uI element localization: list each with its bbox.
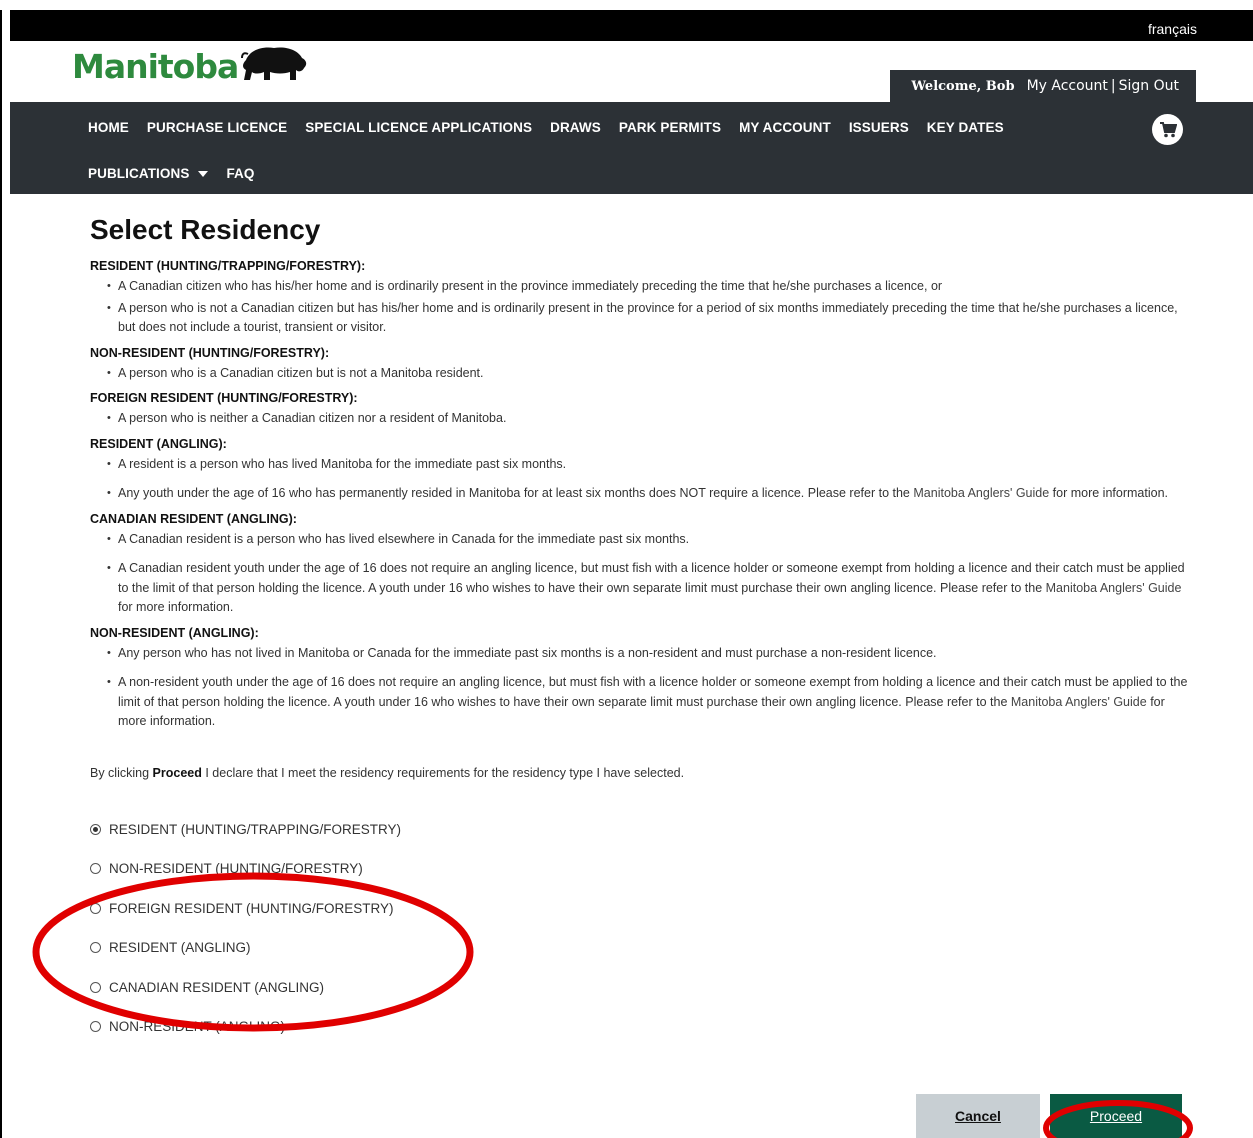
radio-label: RESIDENT (HUNTING/TRAPPING/FORESTRY): [109, 821, 402, 837]
radio-resident-htf[interactable]: RESIDENT (HUNTING/TRAPPING/FORESTRY): [90, 810, 1190, 850]
def-heading-nonresident-angling: NON-RESIDENT (ANGLING):: [90, 625, 259, 640]
def-item: A person who is neither a Canadian citiz…: [107, 409, 1190, 429]
residency-definitions: RESIDENT (HUNTING/TRAPPING/FORESTRY): A …: [90, 258, 1190, 732]
def-item: A resident is a person who has lived Man…: [107, 455, 1190, 475]
anglers-guide-link[interactable]: Manitoba Anglers' Guide: [1011, 695, 1147, 709]
def-list-resident-htf: A Canadian citizen who has his/her home …: [90, 277, 1190, 338]
anglers-guide-link[interactable]: Manitoba Anglers' Guide: [913, 486, 1049, 500]
radio-resident-angling[interactable]: RESIDENT (ANGLING): [90, 928, 1190, 968]
nav-draws[interactable]: DRAWS: [550, 120, 601, 135]
declaration-text: By clicking Proceed I declare that I mee…: [90, 765, 685, 780]
account-separator: |: [1110, 78, 1116, 94]
radio-button[interactable]: [90, 863, 101, 875]
def-item: Any person who has not lived in Manitoba…: [107, 644, 1190, 664]
radio-foreign-hf[interactable]: FOREIGN RESIDENT (HUNTING/FORESTRY): [90, 889, 1190, 929]
manitoba-logo[interactable]: Manitoba: [72, 46, 310, 86]
def-list-canadian-angling: A Canadian resident is a person who has …: [90, 530, 1190, 618]
residency-radio-group: RESIDENT (HUNTING/TRAPPING/FORESTRY) NON…: [90, 810, 1190, 1047]
logo-text: Manitoba: [72, 47, 239, 86]
radio-button[interactable]: [90, 981, 101, 993]
nav-issuers[interactable]: ISSUERS: [849, 120, 909, 135]
top-bar: français: [10, 10, 1253, 41]
main-content: Select Residency RESIDENT (HUNTING/TRAPP…: [90, 194, 1190, 1047]
nav-my-account[interactable]: MY ACCOUNT: [739, 120, 831, 135]
def-item: A Canadian resident youth under the age …: [107, 559, 1190, 618]
def-heading-foreign-hf: FOREIGN RESIDENT (HUNTING/FORESTRY):: [90, 391, 358, 405]
radio-label: NON-RESIDENT (ANGLING): [109, 1019, 286, 1035]
page-title: Select Residency: [90, 214, 321, 245]
shopping-cart-button[interactable]: [1152, 114, 1183, 145]
radio-nonresident-hf[interactable]: NON-RESIDENT (HUNTING/FORESTRY): [90, 849, 1190, 889]
nav-special-licence-applications[interactable]: SPECIAL LICENCE APPLICATIONS: [305, 120, 532, 135]
browser-frame: français Manitoba Welcome, Bob My Accoun…: [0, 10, 1253, 1138]
def-heading-nonresident-hf: NON-RESIDENT (HUNTING/FORESTRY):: [90, 345, 330, 360]
radio-label: FOREIGN RESIDENT (HUNTING/FORESTRY): [109, 900, 394, 916]
def-heading-resident-htf: RESIDENT (HUNTING/TRAPPING/FORESTRY):: [90, 259, 366, 273]
nav-faq[interactable]: FAQ: [226, 166, 254, 181]
language-link[interactable]: français: [1148, 21, 1197, 37]
radio-button[interactable]: [90, 942, 101, 954]
def-heading-canadian-angling: CANADIAN RESIDENT (ANGLING):: [90, 511, 297, 526]
caret-down-icon: [198, 170, 209, 177]
def-item: A person who is a Canadian citizen but i…: [107, 364, 1190, 384]
radio-button[interactable]: [90, 823, 101, 835]
nav-home[interactable]: HOME: [88, 120, 129, 135]
radio-button[interactable]: [90, 902, 101, 914]
welcome-text: Welcome, Bob: [911, 78, 1015, 94]
def-heading-resident-angling: RESIDENT (ANGLING):: [90, 436, 227, 451]
user-account-box: Welcome, Bob My Account | Sign Out: [890, 70, 1196, 102]
def-item: A person who is not a Canadian citizen b…: [107, 299, 1190, 338]
def-list-foreign-hf: A person who is neither a Canadian citiz…: [90, 409, 1190, 429]
nav-park-permits[interactable]: PARK PERMITS: [619, 120, 721, 135]
def-list-nonresident-angling: Any person who has not lived in Manitoba…: [90, 644, 1190, 732]
sign-out-link[interactable]: Sign Out: [1119, 78, 1179, 94]
def-item: A Canadian resident is a person who has …: [107, 530, 1190, 550]
radio-label: CANADIAN RESIDENT (ANGLING): [109, 979, 325, 995]
radio-nonresident-angling[interactable]: NON-RESIDENT (ANGLING): [90, 1007, 1190, 1047]
nav-purchase-licence[interactable]: PURCHASE LICENCE: [147, 120, 287, 135]
radio-canadian-angling[interactable]: CANADIAN RESIDENT (ANGLING): [90, 968, 1190, 1008]
shopping-cart-icon: [1159, 121, 1177, 137]
nav-publications-label: PUBLICATIONS: [88, 166, 190, 181]
nav-publications[interactable]: PUBLICATIONS: [88, 166, 209, 181]
my-account-link[interactable]: My Account: [1027, 78, 1108, 94]
def-item: Any youth under the age of 16 who has pe…: [107, 484, 1190, 504]
anglers-guide-link[interactable]: Manitoba Anglers' Guide: [1046, 581, 1182, 595]
nav-key-dates[interactable]: KEY DATES: [927, 120, 1004, 135]
def-item: A Canadian citizen who has his/her home …: [107, 277, 1190, 297]
radio-label: NON-RESIDENT (HUNTING/FORESTRY): [109, 861, 363, 877]
bison-icon: [241, 46, 307, 80]
def-list-nonresident-hf: A person who is a Canadian citizen but i…: [90, 364, 1190, 384]
main-navigation: HOME PURCHASE LICENCE SPECIAL LICENCE AP…: [10, 102, 1253, 194]
def-item: A non-resident youth under the age of 16…: [107, 673, 1190, 732]
nav-row-primary: HOME PURCHASE LICENCE SPECIAL LICENCE AP…: [88, 120, 1004, 135]
radio-button[interactable]: [90, 1021, 101, 1033]
def-list-resident-angling: A resident is a person who has lived Man…: [90, 455, 1190, 504]
proceed-button[interactable]: Proceed: [1050, 1094, 1182, 1138]
cancel-button[interactable]: Cancel: [916, 1094, 1040, 1138]
site-header: Manitoba Welcome, Bob My Account | Sign …: [10, 41, 1253, 102]
radio-label: RESIDENT (ANGLING): [109, 940, 251, 956]
nav-row-secondary: PUBLICATIONS FAQ: [88, 166, 255, 181]
